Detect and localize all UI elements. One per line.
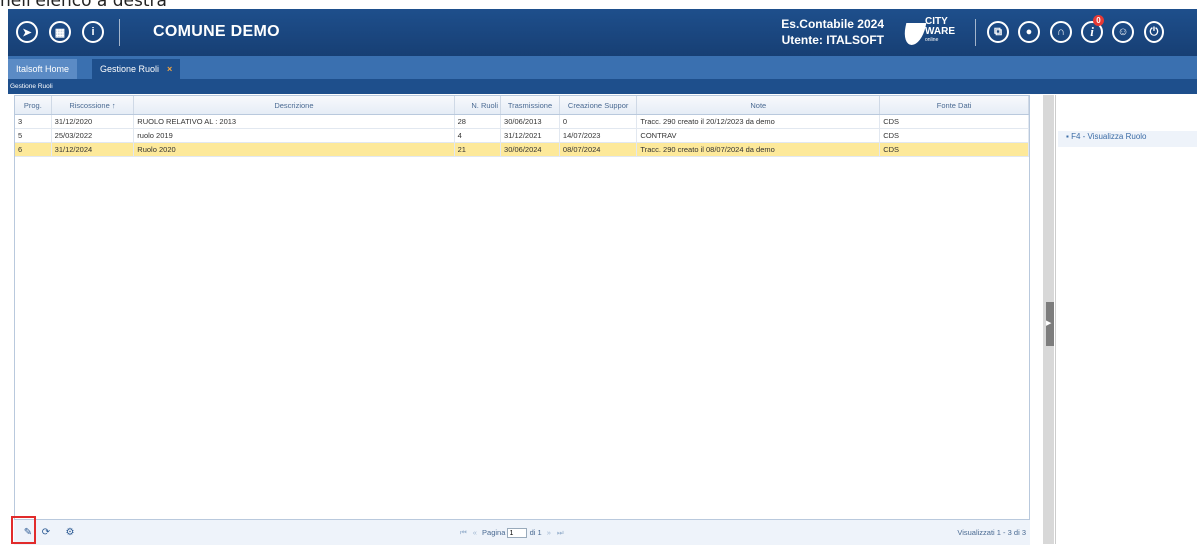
header-divider-right <box>975 19 976 46</box>
refresh-icon[interactable]: ⟳ <box>40 527 52 539</box>
first-page-icon[interactable]: ⏮ <box>460 528 467 537</box>
action-label: F4 - Visualizza Ruolo <box>1071 132 1147 141</box>
cell-descrizione: RUOLO RELATIVO AL : 2013 <box>133 114 455 129</box>
headset-icon[interactable]: ∩ <box>1050 21 1072 43</box>
user-icon[interactable]: ☺ <box>1112 21 1134 43</box>
cell-fonte: CDS <box>879 114 1029 129</box>
page-label: Pagina <box>482 528 506 537</box>
cell-trasmissione: 30/06/2024 <box>500 142 560 157</box>
action-visualizza-ruolo[interactable]: ▪ F4 - Visualizza Ruolo <box>1066 132 1147 141</box>
compass-icon[interactable]: ➤ <box>16 21 38 43</box>
logo-text-ware: WARE <box>925 26 955 37</box>
table-row[interactable]: 3 31/12/2020 RUOLO RELATIVO AL : 2013 28… <box>15 114 1029 129</box>
cell-nruoli: 28 <box>454 114 502 129</box>
highlight-box <box>11 516 36 544</box>
col-header-trasmissione[interactable]: Trasmissione <box>500 96 560 115</box>
notification-badge: 0 <box>1093 15 1104 26</box>
grid-header-row: Prog. Riscossione ↑ Descrizione N. Ruoli… <box>15 96 1029 115</box>
session-info: Es.Contabile 2024 Utente: ITALSOFT <box>781 16 884 48</box>
tab-italsoft-home[interactable]: Italsoft Home <box>8 59 78 79</box>
cell-trasmissione: 30/06/2013 <box>500 114 560 129</box>
table-row[interactable]: 5 25/03/2022 ruolo 2019 4 31/12/2021 14/… <box>15 128 1029 143</box>
cell-nruoli: 21 <box>454 142 502 157</box>
exercise-label: Es.Contabile 2024 <box>781 17 884 31</box>
app-title: COMUNE DEMO <box>153 23 280 40</box>
tab-bar: Italsoft Home Gestione Ruoli × <box>8 56 1197 80</box>
header-divider <box>119 19 120 46</box>
cell-creazione: 08/07/2024 <box>559 142 638 157</box>
cell-prog: 5 <box>15 128 52 143</box>
logo-swoosh <box>901 23 927 45</box>
cell-fonte: CDS <box>879 142 1029 157</box>
actions-panel <box>1055 95 1197 544</box>
cell-riscossione: 25/03/2022 <box>51 128 135 143</box>
logo-text-online: online <box>925 37 939 43</box>
cell-riscossione: 31/12/2020 <box>51 114 135 129</box>
next-page-icon[interactable]: » <box>547 528 551 537</box>
windows-icon[interactable]: ⧉ <box>987 21 1009 43</box>
tab-label: Italsoft Home <box>16 64 70 74</box>
cell-prog: 6 <box>15 142 52 157</box>
cell-note: Tracc. 290 creato il 08/07/2024 da demo <box>636 142 881 157</box>
record-count: Visualizzati 1 - 3 di 3 <box>957 528 1026 537</box>
ruoli-grid: Prog. Riscossione ↑ Descrizione N. Ruoli… <box>14 95 1030 544</box>
app-header: ➤ ▦ i COMUNE DEMO Es.Contabile 2024 Uten… <box>8 9 1197 56</box>
cell-trasmissione: 31/12/2021 <box>500 128 560 143</box>
cell-prog: 3 <box>15 114 52 129</box>
grid-menu-icon[interactable]: ▦ <box>49 21 71 43</box>
tab-gestione-ruoli[interactable]: Gestione Ruoli × <box>92 59 181 79</box>
close-icon[interactable]: × <box>167 64 172 74</box>
sort-asc-icon: ↑ <box>111 100 116 110</box>
user-label: Utente: ITALSOFT <box>781 33 884 47</box>
grid-footer: ✎ ⟳ ⚙ ⏮« Pagina di 1 »⏭ Visualizzati 1 -… <box>14 519 1030 545</box>
pager: ⏮ « Pagina di 1 » ⏭ <box>457 528 567 539</box>
col-header-fonte[interactable]: Fonte Dati <box>879 96 1029 115</box>
page-caption: nell'elenco a destra <box>0 0 167 11</box>
cell-nruoli: 4 <box>454 128 502 143</box>
cell-riscossione: 31/12/2024 <box>51 142 135 157</box>
cityware-logo: CITY WARE online <box>901 17 962 47</box>
col-header-riscossione[interactable]: Riscossione ↑ <box>51 96 135 115</box>
cell-descrizione: ruolo 2019 <box>133 128 455 143</box>
cell-fonte: CDS <box>879 128 1029 143</box>
page-number-input[interactable] <box>507 528 528 539</box>
col-header-creazione[interactable]: Creazione Suppor <box>559 96 638 115</box>
prev-page-icon[interactable]: « <box>473 528 477 537</box>
col-header-nruoli[interactable]: N. Ruoli <box>454 96 502 115</box>
col-header-note[interactable]: Note <box>636 96 881 115</box>
col-header-descrizione[interactable]: Descrizione <box>133 96 455 115</box>
tab-label: Gestione Ruoli <box>100 64 160 74</box>
power-icon[interactable]: ⏻ <box>1144 21 1164 43</box>
cell-creazione: 0 <box>559 114 638 129</box>
last-page-icon[interactable]: ⏭ <box>557 528 564 537</box>
cell-descrizione: Ruolo 2020 <box>133 142 455 157</box>
chat-icon[interactable]: ● <box>1018 21 1040 43</box>
col-header-label: Riscossione <box>69 100 110 110</box>
section-title: Gestione Ruoli <box>8 80 1197 94</box>
info-icon[interactable]: i <box>82 21 104 43</box>
cell-note: Tracc. 290 creato il 20/12/2023 da demo <box>636 114 881 129</box>
table-row-selected[interactable]: 6 31/12/2024 Ruolo 2020 21 30/06/2024 08… <box>15 142 1029 157</box>
col-header-prog[interactable]: Prog. <box>15 96 52 115</box>
cell-note: CONTRAV <box>636 128 881 143</box>
collapse-arrow-icon[interactable]: ▶ <box>1046 319 1051 327</box>
page-of-label: di 1 <box>529 528 542 537</box>
settings-gear-icon[interactable]: ⚙ <box>64 527 76 539</box>
cell-creazione: 14/07/2023 <box>559 128 638 143</box>
